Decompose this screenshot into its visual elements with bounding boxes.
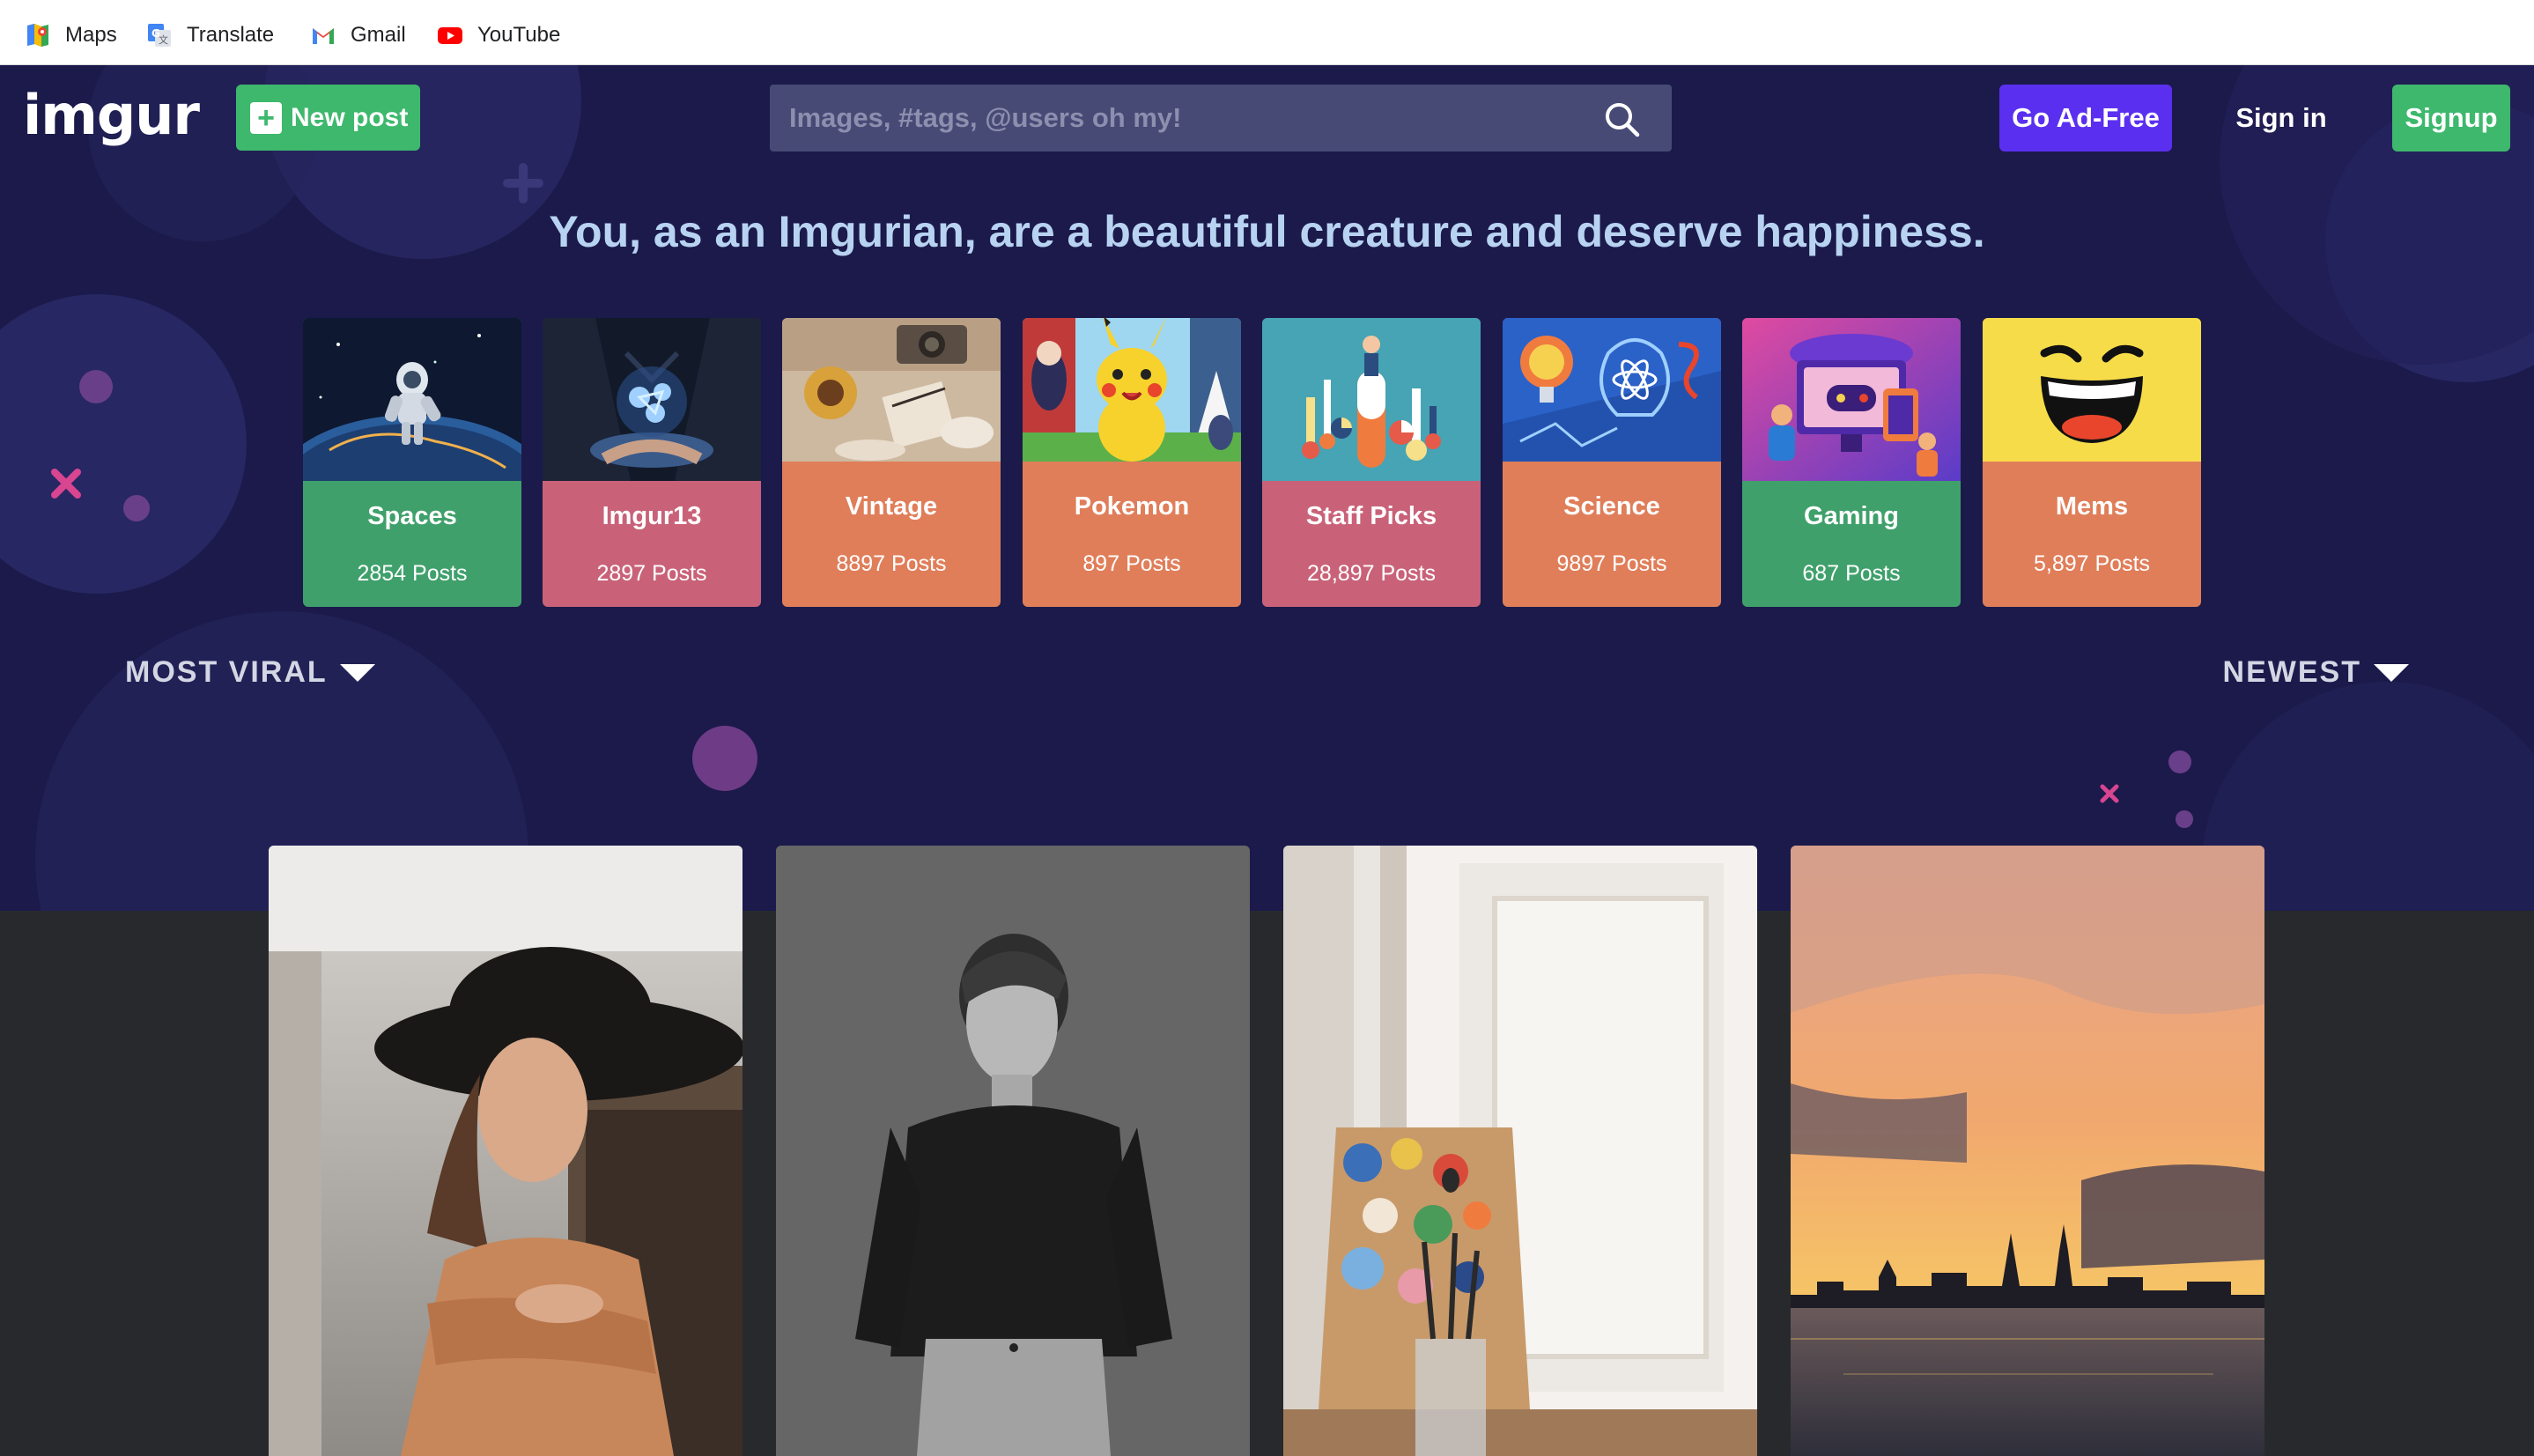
- tag-card-vintage[interactable]: Vintage 8897 Posts: [782, 318, 1001, 607]
- tag-image-spaces: [303, 318, 521, 481]
- tag-count: 687 Posts: [1802, 560, 1901, 586]
- hero-section: imgur + New post Go Ad-Free Sign in Sign…: [0, 65, 2534, 911]
- tag-image-pokemon: [1023, 318, 1241, 462]
- post-image: [776, 846, 1250, 1456]
- tag-name: Staff Picks: [1305, 501, 1437, 530]
- decor-cross-icon: [51, 469, 81, 499]
- signup-button[interactable]: Signup: [2392, 85, 2510, 152]
- decor-plus-icon: [503, 163, 543, 203]
- tag-image-staff-picks: [1262, 318, 1481, 481]
- sort-most-viral-dropdown[interactable]: MOST VIRAL: [125, 655, 375, 690]
- go-adfree-button[interactable]: Go Ad-Free: [1999, 85, 2172, 152]
- tag-info: Vintage 8897 Posts: [782, 462, 1001, 607]
- tag-info: Science 9897 Posts: [1503, 462, 1721, 607]
- tag-count: 2897 Posts: [596, 560, 707, 586]
- decor-cross-icon: [2100, 784, 2119, 803]
- tag-image-vintage: [782, 318, 1001, 462]
- maps-icon: [27, 24, 48, 47]
- tag-name: Pokemon: [1074, 491, 1190, 521]
- tag-info: Spaces 2854 Posts: [303, 481, 521, 607]
- tag-name: Gaming: [1804, 501, 1899, 530]
- gmail-icon: [313, 28, 334, 44]
- post-image: [1791, 846, 2264, 1456]
- bookmark-label: Gmail: [351, 23, 406, 47]
- decor-dot: [2176, 810, 2193, 828]
- translate-icon: G 文: [148, 24, 171, 47]
- tag-card-spaces[interactable]: Spaces 2854 Posts: [303, 318, 521, 607]
- youtube-icon: [438, 27, 462, 44]
- svg-text:文: 文: [159, 33, 168, 46]
- post-card[interactable]: [776, 846, 1250, 1456]
- plus-icon: +: [250, 101, 282, 134]
- tag-count: 5,897 Posts: [2033, 551, 2151, 576]
- tag-info: Gaming 687 Posts: [1742, 481, 1961, 607]
- tag-image-science: [1503, 318, 1721, 462]
- bookmark-label: YouTube: [477, 23, 561, 47]
- signin-button[interactable]: Sign in: [2211, 85, 2352, 152]
- tag-card-imgur13[interactable]: Imgur13 2897 Posts: [543, 318, 761, 607]
- decor-circle: [0, 294, 247, 594]
- sort-label: NEWEST: [2222, 655, 2361, 689]
- tag-info: Mems 5,897 Posts: [1983, 462, 2201, 607]
- sort-label: MOST VIRAL: [125, 655, 328, 689]
- tag-info: Imgur13 2897 Posts: [543, 481, 761, 607]
- tag-name: Vintage: [845, 491, 938, 521]
- bookmarks-bar: Maps G 文 Translate Gmail YouTube: [0, 0, 2534, 65]
- sort-newest-dropdown[interactable]: NEWEST: [2223, 655, 2409, 690]
- caret-down-icon: [2374, 663, 2409, 682]
- decor-dot: [79, 370, 113, 403]
- decor-dot: [2168, 750, 2191, 773]
- bookmark-maps[interactable]: Maps: [25, 21, 117, 49]
- decor-dot: [692, 726, 757, 791]
- decor-dot: [123, 495, 150, 521]
- tag-info: Staff Picks 28,897 Posts: [1262, 481, 1481, 607]
- tag-image-mems: [1983, 318, 2201, 462]
- tag-count: 28,897 Posts: [1307, 560, 1436, 586]
- tag-name: Science: [1563, 491, 1660, 521]
- new-post-button[interactable]: + New post: [236, 85, 420, 151]
- tag-count: 2854 Posts: [357, 560, 468, 586]
- post-card[interactable]: [1283, 846, 1757, 1456]
- bookmark-gmail[interactable]: Gmail: [310, 21, 406, 49]
- tag-name: Imgur13: [602, 501, 702, 530]
- tag-card-mems[interactable]: Mems 5,897 Posts: [1983, 318, 2201, 607]
- imgur-logo[interactable]: imgur: [23, 83, 200, 147]
- tag-card-gaming[interactable]: Gaming 687 Posts: [1742, 318, 1961, 607]
- tag-image-gaming: [1742, 318, 1961, 481]
- tag-name: Spaces: [367, 501, 457, 530]
- tag-count: 897 Posts: [1082, 551, 1181, 576]
- post-image: [1283, 846, 1757, 1456]
- tag-name: Mems: [2055, 491, 2129, 521]
- post-card[interactable]: [269, 846, 742, 1456]
- tag-info: Pokemon 897 Posts: [1023, 462, 1241, 607]
- tagline: You, as an Imgurian, are a beautiful cre…: [549, 207, 1985, 256]
- bookmark-label: Translate: [187, 23, 275, 47]
- bookmark-youtube[interactable]: YouTube: [437, 21, 560, 49]
- tag-card-staff-picks[interactable]: Staff Picks 28,897 Posts: [1262, 318, 1481, 607]
- tag-count: 8897 Posts: [836, 551, 947, 576]
- new-post-label: New post: [291, 102, 409, 132]
- post-image: [269, 846, 742, 1456]
- post-card[interactable]: [1791, 846, 2264, 1456]
- search-icon[interactable]: [1603, 100, 1640, 137]
- search-input[interactable]: [789, 102, 1599, 134]
- tag-count: 9897 Posts: [1556, 551, 1667, 576]
- bookmark-label: Maps: [65, 23, 117, 47]
- tag-card-science[interactable]: Science 9897 Posts: [1503, 318, 1721, 607]
- tag-image-imgur13: [543, 318, 761, 481]
- tag-card-pokemon[interactable]: Pokemon 897 Posts: [1023, 318, 1241, 607]
- caret-down-icon: [339, 663, 375, 682]
- bookmark-translate[interactable]: G 文 Translate: [146, 21, 274, 49]
- search-bar: [770, 85, 1672, 152]
